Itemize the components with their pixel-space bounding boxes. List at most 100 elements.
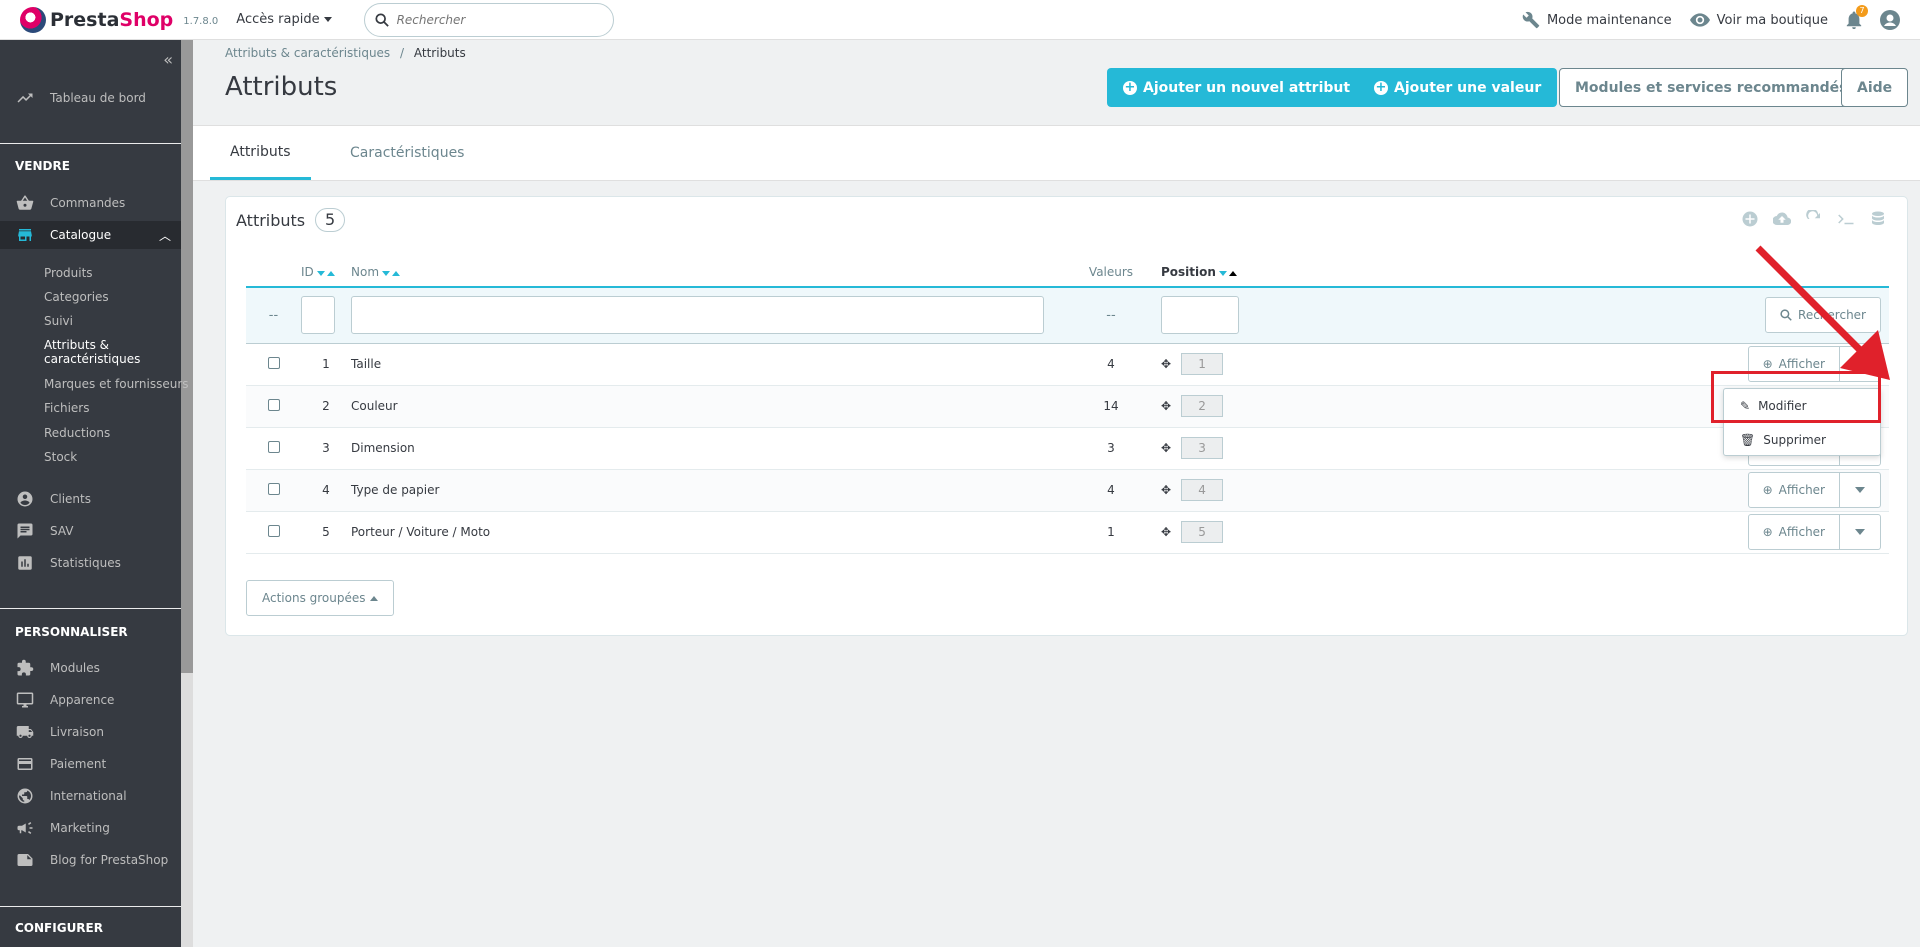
sidebar-item-orders[interactable]: Commandes xyxy=(0,189,181,217)
row-checkbox[interactable] xyxy=(267,482,280,495)
bulk-actions-button[interactable]: Actions groupées xyxy=(246,580,394,616)
cell-name: Couleur xyxy=(351,385,1061,428)
wrench-icon xyxy=(1522,11,1540,29)
view-label: Afficher xyxy=(1778,525,1825,539)
sidebar-item-label: Livraison xyxy=(50,725,104,739)
filter-name-input[interactable] xyxy=(351,296,1044,335)
terminal-icon[interactable] xyxy=(1837,210,1855,228)
cloud-upload-icon[interactable] xyxy=(1773,210,1791,228)
row-checkbox[interactable] xyxy=(267,524,280,537)
tab-features[interactable]: Caractéristiques xyxy=(330,126,484,180)
sidebar-sub-categories[interactable]: Categories xyxy=(44,290,109,304)
column-header-id[interactable]: ID xyxy=(301,257,351,288)
sidebar-item-modules[interactable]: Modules xyxy=(0,654,181,682)
sidebar-item-dashboard[interactable]: Tableau de bord xyxy=(0,84,181,112)
search-bar[interactable] xyxy=(363,2,614,37)
refresh-icon[interactable] xyxy=(1805,210,1823,228)
sidebar-sub-attributes[interactable]: Attributs & caractéristiques xyxy=(44,338,140,366)
note-icon xyxy=(17,854,33,866)
view-button[interactable]: ⊕ Afficher xyxy=(1749,515,1840,549)
sidebar-item-stats[interactable]: Statistiques xyxy=(0,549,181,577)
sidebar-sub-products[interactable]: Produits xyxy=(44,266,93,280)
delete-menu-item[interactable]: 🗑 Supprimer xyxy=(1740,433,1826,447)
filter-id-input[interactable] xyxy=(301,296,335,335)
add-attribute-button[interactable]: + Ajouter un nouvel attribut xyxy=(1107,68,1367,107)
row-checkbox[interactable] xyxy=(267,398,280,411)
column-header-name[interactable]: Nom xyxy=(351,257,1061,288)
sidebar-sub-brands[interactable]: Marques et fournisseurs xyxy=(44,377,189,391)
sidebar-item-service[interactable]: SAV xyxy=(0,517,181,545)
view-label: Afficher xyxy=(1778,357,1825,371)
panel-title: Attributs xyxy=(236,210,306,230)
sidebar-sub-files[interactable]: Fichiers xyxy=(44,401,89,415)
logo-text: PrestaShop xyxy=(50,8,174,31)
sidebar-item-marketing[interactable]: Marketing xyxy=(0,814,181,842)
sidebar-item-customers[interactable]: Clients xyxy=(0,485,181,513)
caret-down-icon xyxy=(1855,487,1865,493)
sidebar-item-international[interactable]: International xyxy=(0,782,181,810)
truck-icon xyxy=(16,726,34,738)
sidebar-section-customize: PERSONNALISER xyxy=(15,625,128,639)
view-shop-link[interactable]: Voir ma boutique xyxy=(1689,13,1828,28)
dropdown-toggle[interactable] xyxy=(1840,515,1880,549)
sidebar-sub-monitoring[interactable]: Suivi xyxy=(44,314,73,328)
sidebar-scrollbar[interactable] xyxy=(181,40,193,673)
drag-move-icon[interactable]: ✥ xyxy=(1161,357,1171,371)
notifications-button[interactable]: 7 xyxy=(1846,5,1868,29)
puzzle-icon xyxy=(17,659,34,676)
collapse-sidebar-icon[interactable]: « xyxy=(163,50,173,69)
caret-down-icon xyxy=(1855,529,1865,535)
bulk-actions-label: Actions groupées xyxy=(262,591,366,605)
sidebar-sub-stock[interactable]: Stock xyxy=(44,450,77,464)
breadcrumb-link[interactable]: Attributs & caractéristiques xyxy=(225,46,390,60)
cell-values: 3 xyxy=(1061,427,1161,470)
search-button[interactable]: Rechercher xyxy=(1765,297,1881,334)
sidebar-sub-discounts[interactable]: Reductions xyxy=(44,426,110,440)
cell-name: Porteur / Voiture / Moto xyxy=(351,511,1061,554)
table-row[interactable]: 1 Taille 4 ✥ 1 ⊕ Afficher xyxy=(246,343,1889,386)
attributes-panel: Attributs 5 ID Nom Valeurs Position -- -… xyxy=(225,196,1908,636)
table-row[interactable]: 2 Couleur 14 ✥2 ⊕Afficher xyxy=(246,385,1889,428)
search-icon xyxy=(375,12,389,27)
table-row[interactable]: 5 Porteur / Voiture / Moto 1 ✥ 5 ⊕ Affiche… xyxy=(246,511,1889,554)
sidebar-item-appearance[interactable]: Apparence xyxy=(0,686,181,714)
sidebar-item-shipping[interactable]: Livraison xyxy=(0,718,181,746)
drag-move-icon[interactable]: ✥ xyxy=(1161,441,1171,455)
add-value-button[interactable]: + Ajouter une valeur xyxy=(1358,68,1558,107)
row-checkbox[interactable] xyxy=(267,440,280,453)
add-new-icon[interactable] xyxy=(1741,210,1759,228)
filter-position-input[interactable] xyxy=(1161,296,1239,335)
column-header-position[interactable]: Position xyxy=(1161,257,1261,288)
column-label: Nom xyxy=(351,264,380,279)
sidebar-item-label: Marketing xyxy=(50,821,110,835)
drag-move-icon[interactable]: ✥ xyxy=(1161,483,1171,497)
user-avatar-icon xyxy=(1880,10,1900,30)
drag-move-icon[interactable]: ✥ xyxy=(1161,399,1171,413)
filter-placeholder: -- xyxy=(246,287,301,344)
table-row[interactable]: 4 Type de papier 4 ✥ 4 ⊕ Afficher xyxy=(246,469,1889,512)
sidebar-item-catalog[interactable]: Catalogue ︿ xyxy=(0,221,181,249)
drag-move-icon[interactable]: ✥ xyxy=(1161,525,1171,539)
quick-access-menu[interactable]: Accès rapide xyxy=(236,12,332,27)
view-button[interactable]: ⊕ Afficher xyxy=(1749,473,1840,507)
breadcrumb-current: Attributs xyxy=(413,46,466,60)
sidebar-item-blog[interactable]: Blog for PrestaShop xyxy=(0,846,181,874)
sidebar-sub-label: Attributs & xyxy=(44,338,110,352)
sidebar-item-label: International xyxy=(50,789,127,803)
recommended-modules-button[interactable]: Modules et services recommandés xyxy=(1559,68,1864,107)
search-icon xyxy=(1780,309,1792,322)
tab-bar: Attributs Caractéristiques xyxy=(193,125,1920,181)
account-button[interactable] xyxy=(1880,10,1900,30)
dropdown-toggle[interactable] xyxy=(1840,473,1880,507)
search-input[interactable] xyxy=(396,12,597,27)
logo[interactable]: PrestaShop 1.7.8.0 xyxy=(20,6,218,33)
sidebar-item-payment[interactable]: Paiement xyxy=(0,750,181,778)
maintenance-link[interactable]: Mode maintenance xyxy=(1522,11,1672,29)
database-icon[interactable] xyxy=(1869,210,1887,228)
eye-icon xyxy=(1689,13,1710,27)
help-button[interactable]: Aide xyxy=(1841,68,1909,107)
cell-id: 3 xyxy=(301,427,351,470)
table-row[interactable]: 3 Dimension 3 ✥3 ⊕Afficher xyxy=(246,427,1889,470)
row-checkbox[interactable] xyxy=(267,356,280,369)
tab-attributes[interactable]: Attributs xyxy=(210,126,311,180)
